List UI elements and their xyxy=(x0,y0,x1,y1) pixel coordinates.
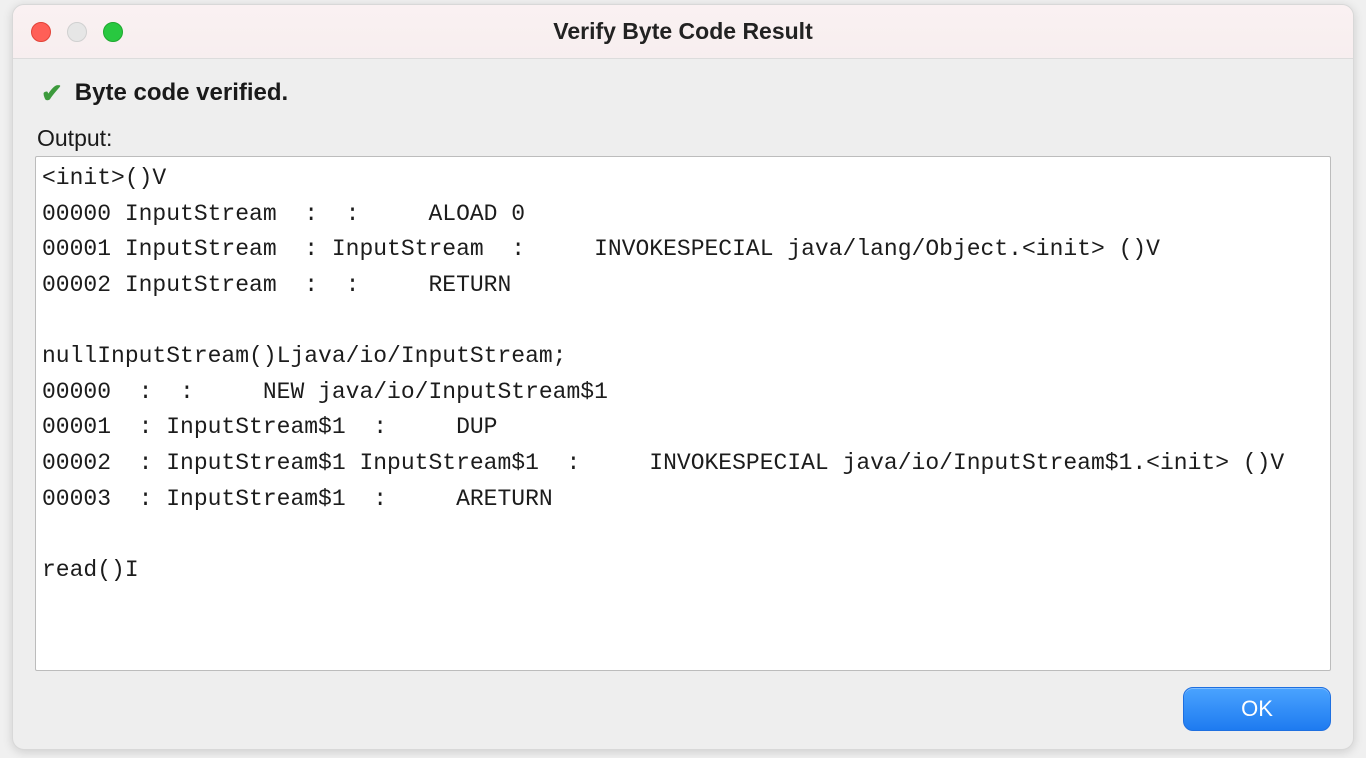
output-text: <init>()V 00000 InputStream : : ALOAD 0 … xyxy=(42,165,1284,583)
minimize-icon[interactable] xyxy=(67,22,87,42)
title-bar: Verify Byte Code Result xyxy=(13,5,1353,59)
ok-button[interactable]: OK xyxy=(1183,687,1331,731)
close-icon[interactable] xyxy=(31,22,51,42)
output-textarea[interactable]: <init>()V 00000 InputStream : : ALOAD 0 … xyxy=(35,156,1331,671)
maximize-icon[interactable] xyxy=(103,22,123,42)
dialog-content: ✔ Byte code verified. Output: <init>()V … xyxy=(13,59,1353,749)
status-text: Byte code verified. xyxy=(75,79,288,107)
check-icon: ✔ xyxy=(41,80,63,106)
window-title: Verify Byte Code Result xyxy=(13,18,1353,45)
output-label: Output: xyxy=(35,125,1331,152)
dialog-window: Verify Byte Code Result ✔ Byte code veri… xyxy=(12,4,1354,750)
window-controls xyxy=(31,22,123,42)
button-row: OK xyxy=(35,671,1331,731)
status-row: ✔ Byte code verified. xyxy=(35,79,1331,107)
